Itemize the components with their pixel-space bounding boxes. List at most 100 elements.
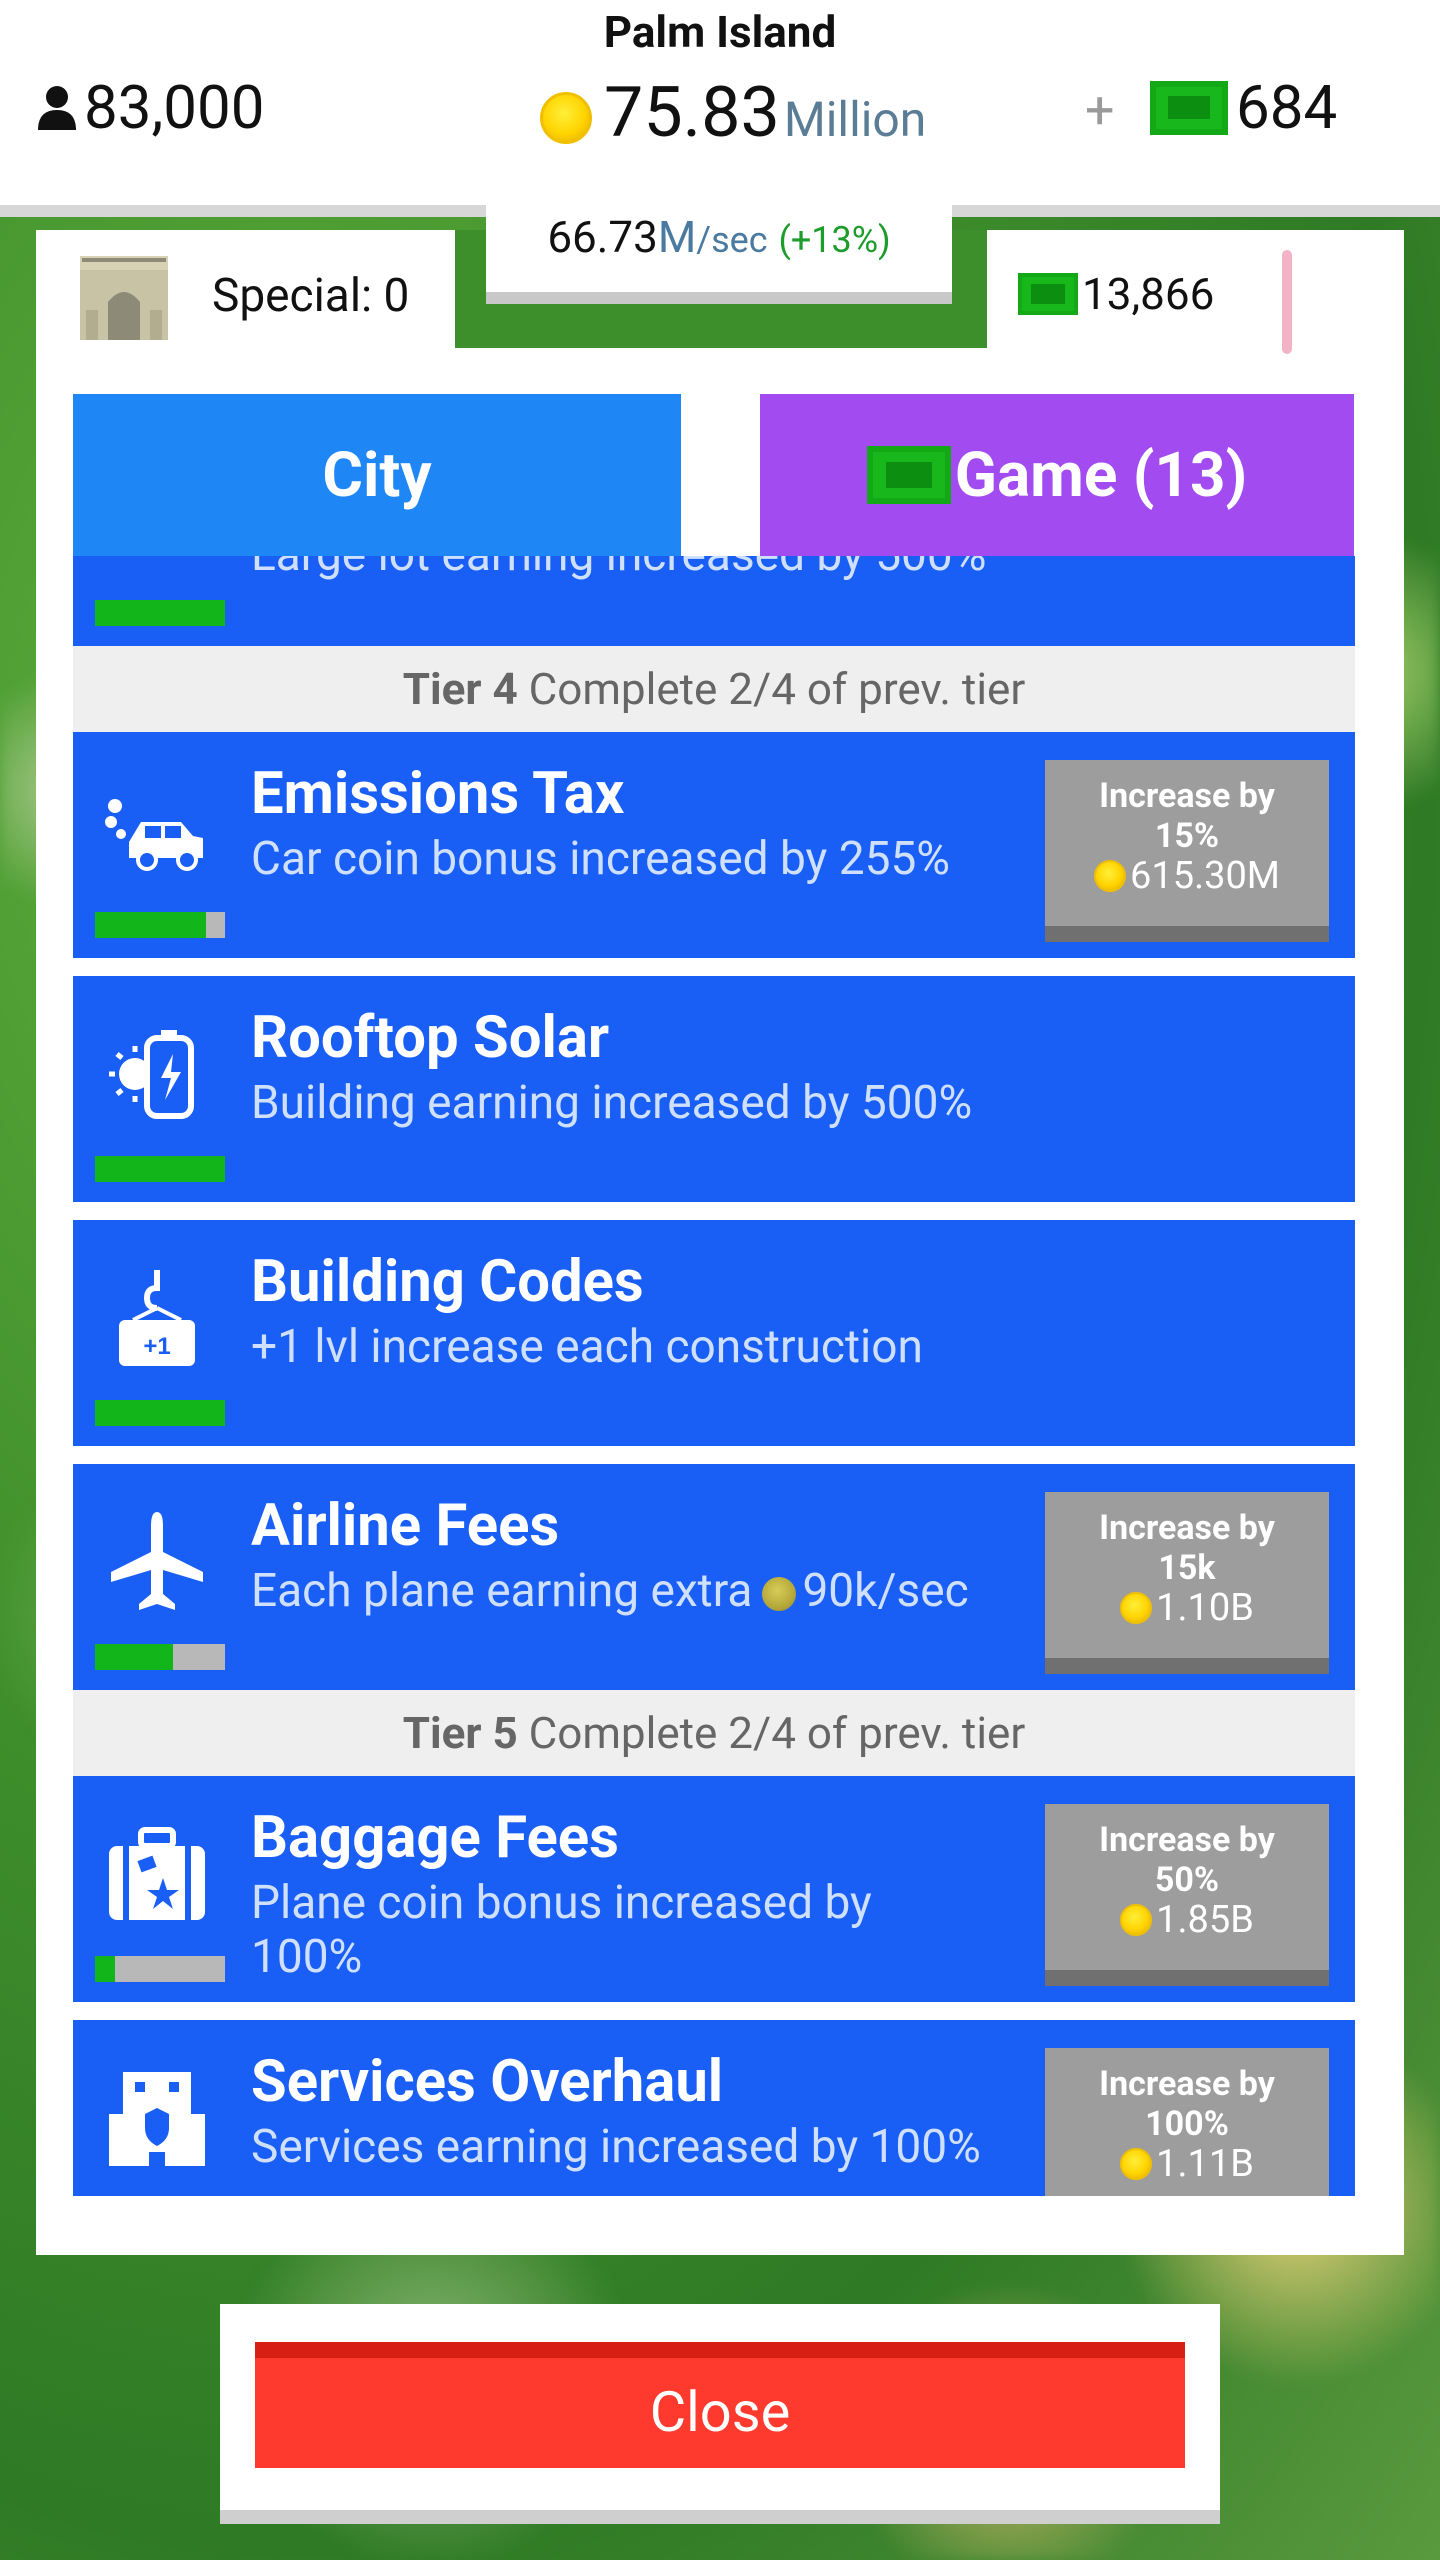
- list-item-desc-extra: 90k/sec: [802, 1564, 969, 1618]
- list-item-desc: +1 lvl increase each construction: [251, 1320, 923, 1374]
- island-name: Palm Island: [603, 6, 837, 58]
- population-value: 83,000: [84, 72, 265, 143]
- progress-bar: [95, 1400, 225, 1426]
- cash-bill-icon: [866, 446, 951, 504]
- list-item-title: Services Overhaul: [251, 2048, 724, 2116]
- buy-line2: 100%: [1145, 2104, 1229, 2144]
- airplane-icon: [111, 1512, 203, 1610]
- close-button-frame: Close: [220, 2304, 1220, 2524]
- list-item-partial: Large lot earning increased by 500%: [73, 556, 1355, 646]
- list-item-title: Airline Fees: [251, 1492, 560, 1560]
- tab-city-label: City: [322, 438, 432, 512]
- list-item-building-codes[interactable]: +1 Building Codes +1 lvl increase each c…: [73, 1220, 1355, 1446]
- list-item-desc: Building earning increased by 500%: [251, 1076, 973, 1130]
- progress-bar: [95, 912, 225, 938]
- list-item-desc: Plane coin bonus increased by: [251, 1876, 872, 1930]
- income-rate-per-sec: /sec: [696, 219, 768, 261]
- progress-fill: [95, 1956, 115, 1982]
- coin-balance-unit: Million: [783, 91, 927, 148]
- add-cash-button[interactable]: +: [1085, 80, 1115, 141]
- income-rate-value: 66.73: [547, 211, 658, 263]
- list-item-desc: Each plane earning extra 90k/sec: [251, 1564, 969, 1618]
- upgrade-buy-button[interactable]: Increase by 15k 1.10B: [1045, 1492, 1329, 1674]
- list-item-title: Baggage Fees: [251, 1804, 619, 1872]
- list-item-baggage-fees[interactable]: Baggage Fees Plane coin bonus increased …: [73, 1776, 1355, 2002]
- list-item-desc: Car coin bonus increased by 255%: [251, 832, 950, 886]
- list-item-title: Building Codes: [251, 1248, 644, 1316]
- cash-bill-icon: [1018, 273, 1078, 315]
- coin-icon: [1094, 860, 1126, 892]
- coin-balance-value: 75.83: [604, 72, 780, 154]
- tab-city[interactable]: City: [73, 394, 681, 556]
- buy-line2: 15k: [1158, 1548, 1216, 1588]
- close-button[interactable]: Close: [255, 2342, 1185, 2468]
- tier-5-header: Tier 5 Complete 2/4 of prev. tier: [73, 1690, 1355, 1776]
- panel-cash-value: 13,866: [1082, 268, 1215, 320]
- tier-label: Tier 5: [402, 1707, 518, 1759]
- progress-bar: [95, 1156, 225, 1182]
- buy-price: 1.11B: [1045, 2144, 1329, 2184]
- buy-line1: Increase by: [1099, 1508, 1275, 1548]
- list-item-desc: Services earning increased by 100%: [251, 2120, 981, 2174]
- tier-requirement: Complete 2/4 of prev. tier: [528, 1707, 1026, 1759]
- person-icon: [38, 85, 76, 130]
- buy-price-value: 1.85B: [1156, 1898, 1254, 1942]
- list-item-desc-text: Each plane earning extra: [251, 1564, 753, 1618]
- population-counter: 83,000: [36, 72, 264, 143]
- list-item-desc-line2: 100%: [251, 1930, 363, 1984]
- upgrade-list[interactable]: Large lot earning increased by 500% Tier…: [73, 556, 1355, 2196]
- income-rate-unit: M: [657, 211, 697, 263]
- coin-icon: [1120, 1904, 1153, 1936]
- list-item-desc: Large lot earning increased by 500%: [251, 556, 986, 582]
- crane-box-icon: +1: [119, 1270, 195, 1366]
- upgrade-buy-button[interactable]: Increase by 50% 1.85B: [1045, 1804, 1329, 1986]
- special-count: Special: 0: [212, 269, 410, 323]
- car-smoke-icon: [105, 799, 203, 871]
- list-item-airline-fees[interactable]: Airline Fees Each plane earning extra 90k…: [73, 1464, 1355, 1690]
- buy-line1: Increase by: [1099, 2064, 1275, 2104]
- cash-balance-value: 684: [1236, 72, 1338, 143]
- services-building-icon: [109, 2072, 205, 2166]
- progress-fill: [95, 1644, 173, 1670]
- buy-price: 615.30M: [1045, 856, 1329, 896]
- coin-icon: [762, 1576, 797, 1611]
- list-item-services-overhaul[interactable]: Services Overhaul Services earning incre…: [73, 2020, 1355, 2196]
- progress-bar: [95, 1956, 225, 1982]
- coin-icon: [1120, 1592, 1153, 1624]
- tab-game[interactable]: Game (13): [760, 394, 1354, 556]
- upgrade-buy-button[interactable]: Increase by 15% 615.30M: [1045, 760, 1329, 942]
- buy-line2: 15%: [1154, 816, 1220, 856]
- progress-fill: [95, 1400, 225, 1426]
- buy-line1: Increase by: [1099, 776, 1275, 816]
- cash-bill-icon: [1150, 80, 1228, 135]
- buy-price-value: 1.11B: [1156, 2142, 1254, 2186]
- list-item-title: Rooftop Solar: [251, 1004, 610, 1072]
- buy-price-value: 615.30M: [1130, 854, 1280, 898]
- upgrade-buy-button[interactable]: Increase by 100% 1.11B: [1045, 2048, 1329, 2196]
- progress-bar: [95, 1644, 225, 1670]
- top-status-bar: Palm Island 83,000 75.83 Million + 684: [0, 0, 1440, 217]
- list-item-title: Emissions Tax: [251, 760, 625, 828]
- buy-line1: Increase by: [1099, 1820, 1275, 1860]
- progress-fill: [95, 912, 206, 938]
- list-item-emissions-tax[interactable]: Emissions Tax Car coin bonus increased b…: [73, 732, 1355, 958]
- income-rate-bonus: (+13%): [778, 219, 891, 261]
- progress-bar: [95, 600, 225, 626]
- buy-price: 1.85B: [1045, 1900, 1329, 1940]
- income-rate: 66.73M/sec (+13%): [486, 200, 952, 304]
- special-buildings[interactable]: Special: 0: [76, 250, 409, 342]
- tab-game-label: Game (13): [954, 438, 1248, 512]
- svg-text:+1: +1: [143, 1333, 170, 1360]
- coin-balance: 75.83 Million: [540, 72, 926, 154]
- panel-cash-balance: 13,866: [1018, 268, 1214, 320]
- list-item-rooftop-solar[interactable]: Rooftop Solar Building earning increased…: [73, 976, 1355, 1202]
- solar-battery-icon: [109, 1030, 194, 1119]
- progress-fill: [95, 600, 225, 626]
- tier-label: Tier 4: [402, 663, 518, 715]
- suitcase-icon: [109, 1827, 205, 1920]
- tier-requirement: Complete 2/4 of prev. tier: [528, 663, 1026, 715]
- triumphal-arch-icon: [80, 256, 168, 340]
- cash-balance[interactable]: 684: [1150, 72, 1337, 143]
- buy-price: 1.10B: [1045, 1588, 1329, 1628]
- pink-marker: [1282, 250, 1292, 354]
